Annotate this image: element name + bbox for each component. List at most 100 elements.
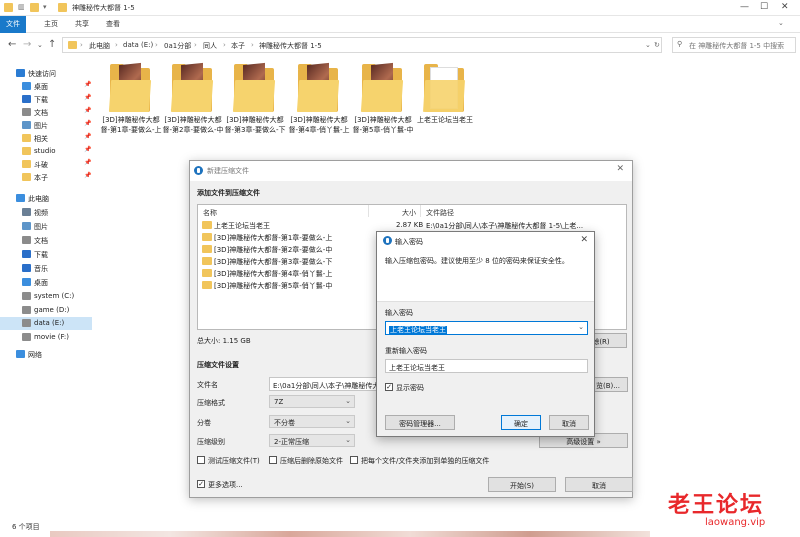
- sidebar-item-desktop[interactable]: 桌面 📌: [0, 80, 92, 93]
- ok-button[interactable]: 确定: [501, 415, 541, 430]
- folder-item[interactable]: [3D]神雕秘传大都督-第3章-要做么-下: [224, 62, 286, 154]
- pin-icon[interactable]: 📌: [84, 107, 91, 114]
- password-field[interactable]: 上老王论坛当老王 ⌄: [385, 321, 588, 335]
- breadcrumb-branch[interactable]: 0a1分部: [164, 41, 191, 51]
- sidebar-item-network[interactable]: 网络: [0, 348, 92, 361]
- refresh-icon[interactable]: ↻: [654, 41, 660, 49]
- column-path[interactable]: 文件路径: [426, 208, 454, 218]
- format-select[interactable]: 7Z ⌄: [269, 395, 355, 408]
- folder-item[interactable]: [3D]神雕秘传大都督-第5章-俏丫鬟-中: [352, 62, 414, 154]
- column-size[interactable]: 大小: [402, 208, 416, 218]
- tab-share[interactable]: 共享: [75, 19, 89, 29]
- ribbon: 文件 主页 共享 查看 ⌄: [0, 16, 800, 33]
- tab-file[interactable]: 文件: [0, 16, 26, 33]
- sidebar-item-studio[interactable]: studio 📌: [0, 145, 92, 158]
- chevron-right-icon[interactable]: ›: [223, 41, 226, 49]
- password-cancel-button[interactable]: 取消: [549, 415, 589, 430]
- sidebar-item-desktop-pc[interactable]: 桌面: [0, 276, 92, 289]
- folder-icon: [58, 3, 67, 12]
- password-dialog-titlebar: 输入密码 ✕: [377, 232, 594, 250]
- forward-icon[interactable]: →: [23, 39, 31, 50]
- sidebar-item-drive-e[interactable]: data (E:): [0, 317, 92, 330]
- sidebar-item-downloads[interactable]: 下载 📌: [0, 93, 92, 106]
- sidebar-item-doupo[interactable]: 斗破 📌: [0, 158, 92, 171]
- breadcrumb-pc[interactable]: 此电脑: [89, 41, 110, 51]
- password-manager-button[interactable]: 密码管理器...: [385, 415, 455, 430]
- sidebar-item-videos[interactable]: 视频: [0, 206, 92, 219]
- chevron-right-icon[interactable]: ›: [115, 41, 118, 49]
- sidebar-item-benzi[interactable]: 本子 📌: [0, 171, 92, 184]
- chevron-right-icon[interactable]: ›: [80, 41, 83, 49]
- video-icon: [22, 208, 31, 216]
- pin-icon[interactable]: 📌: [84, 120, 91, 127]
- folder-icon: [4, 3, 13, 12]
- sidebar-item-downloads-pc[interactable]: 下载: [0, 248, 92, 261]
- address-bar[interactable]: › 此电脑 › data (E:) › 0a1分部 › 同人 › 本子 › 神雕…: [62, 37, 662, 53]
- folder-icon: [202, 257, 212, 265]
- confirm-password-field[interactable]: 上老王论坛当老王: [385, 359, 588, 373]
- chevron-right-icon[interactable]: ›: [194, 41, 197, 49]
- pin-icon[interactable]: 📌: [84, 94, 91, 101]
- properties-icon[interactable]: ▥: [18, 3, 27, 12]
- pin-icon[interactable]: 📌: [84, 146, 91, 153]
- start-button[interactable]: 开始(S): [488, 477, 556, 492]
- recent-chevron-icon[interactable]: ⌄: [37, 41, 43, 49]
- close-icon[interactable]: ✕: [616, 164, 624, 174]
- chevron-down-icon[interactable]: ⌄: [578, 323, 584, 331]
- folder-item[interactable]: [3D]神雕秘传大都督-第2章-要做么-中: [162, 62, 224, 154]
- sidebar-item-this-pc[interactable]: 此电脑: [0, 192, 92, 205]
- tab-view[interactable]: 查看: [106, 19, 120, 29]
- new-folder-icon[interactable]: [30, 3, 39, 12]
- breadcrumb-doujin[interactable]: 同人: [203, 41, 217, 51]
- sidebar-item-documents-pc[interactable]: 文档: [0, 234, 92, 247]
- dialog-titlebar: 新建压缩文件 ✕: [190, 161, 632, 181]
- sidebar-item-quick-access[interactable]: 快速访问: [0, 67, 92, 80]
- close-button[interactable]: ✕: [781, 2, 789, 12]
- pin-icon[interactable]: 📌: [84, 81, 91, 88]
- up-icon[interactable]: ↑: [48, 39, 56, 50]
- pin-icon[interactable]: 📌: [84, 159, 91, 166]
- maximize-button[interactable]: ☐: [760, 2, 768, 12]
- chevron-down-icon[interactable]: ▾: [43, 3, 52, 12]
- sidebar-item-music[interactable]: 音乐: [0, 262, 92, 275]
- tab-home[interactable]: 主页: [44, 19, 58, 29]
- column-name[interactable]: 名称: [203, 208, 217, 218]
- volume-select[interactable]: 不分卷 ⌄: [269, 415, 355, 428]
- sidebar-item-documents[interactable]: 文档 📌: [0, 106, 92, 119]
- breadcrumb-book[interactable]: 本子: [231, 41, 245, 51]
- back-icon[interactable]: ←: [8, 39, 16, 50]
- close-icon[interactable]: ✕: [580, 235, 588, 245]
- file-item[interactable]: 上老王论坛当老王: [414, 64, 476, 154]
- minimize-button[interactable]: —: [740, 2, 749, 12]
- folder-item[interactable]: [3D]神雕秘传大都督-第4章-俏丫鬟-上: [288, 62, 350, 154]
- filename-field[interactable]: E:\0a1分部\同人\本子\神雕秘传大都督 1-5.7z: [269, 377, 377, 391]
- folder-icon: [202, 269, 212, 277]
- pictures-icon: [22, 222, 31, 230]
- drive-icon: [22, 333, 31, 341]
- expand-ribbon-icon[interactable]: ⌄: [778, 19, 784, 27]
- dropdown-chevron-icon[interactable]: ⌄: [645, 41, 651, 49]
- sidebar-item-pictures-pc[interactable]: 图片: [0, 220, 92, 233]
- sidebar-item-drive-f[interactable]: movie (F:): [0, 331, 92, 344]
- chevron-right-icon[interactable]: ›: [251, 41, 254, 49]
- pc-icon: [16, 194, 25, 202]
- window-title: 神雕秘传大都督 1-5: [72, 4, 135, 12]
- pin-icon[interactable]: 📌: [84, 172, 91, 179]
- item-count: 6 个项目: [12, 523, 40, 531]
- sidebar-item-drive-c[interactable]: system (C:): [0, 290, 92, 303]
- pin-icon[interactable]: 📌: [84, 133, 91, 140]
- search-input[interactable]: ⚲ 在 神雕秘传大都督 1-5 中搜索: [672, 37, 796, 53]
- folder-thumbnail-icon: [296, 62, 340, 112]
- sidebar-item-related[interactable]: 相关 📌: [0, 132, 92, 145]
- chevron-right-icon[interactable]: ›: [155, 41, 158, 49]
- chevron-down-icon: ⌄: [345, 436, 351, 444]
- folder-icon: [22, 160, 31, 168]
- sidebar-item-drive-d[interactable]: game (D:): [0, 304, 92, 317]
- volume-label: 分卷: [197, 419, 211, 427]
- cancel-button[interactable]: 取消: [565, 477, 633, 492]
- level-select[interactable]: 2-正常压缩 ⌄: [269, 434, 355, 447]
- sidebar-item-pictures[interactable]: 图片 📌: [0, 119, 92, 132]
- breadcrumb-drive[interactable]: data (E:): [123, 41, 153, 49]
- breadcrumb-current[interactable]: 神雕秘传大都督 1-5: [259, 41, 322, 51]
- folder-item[interactable]: [3D]神雕秘传大都督-第1章-要做么-上: [100, 62, 162, 154]
